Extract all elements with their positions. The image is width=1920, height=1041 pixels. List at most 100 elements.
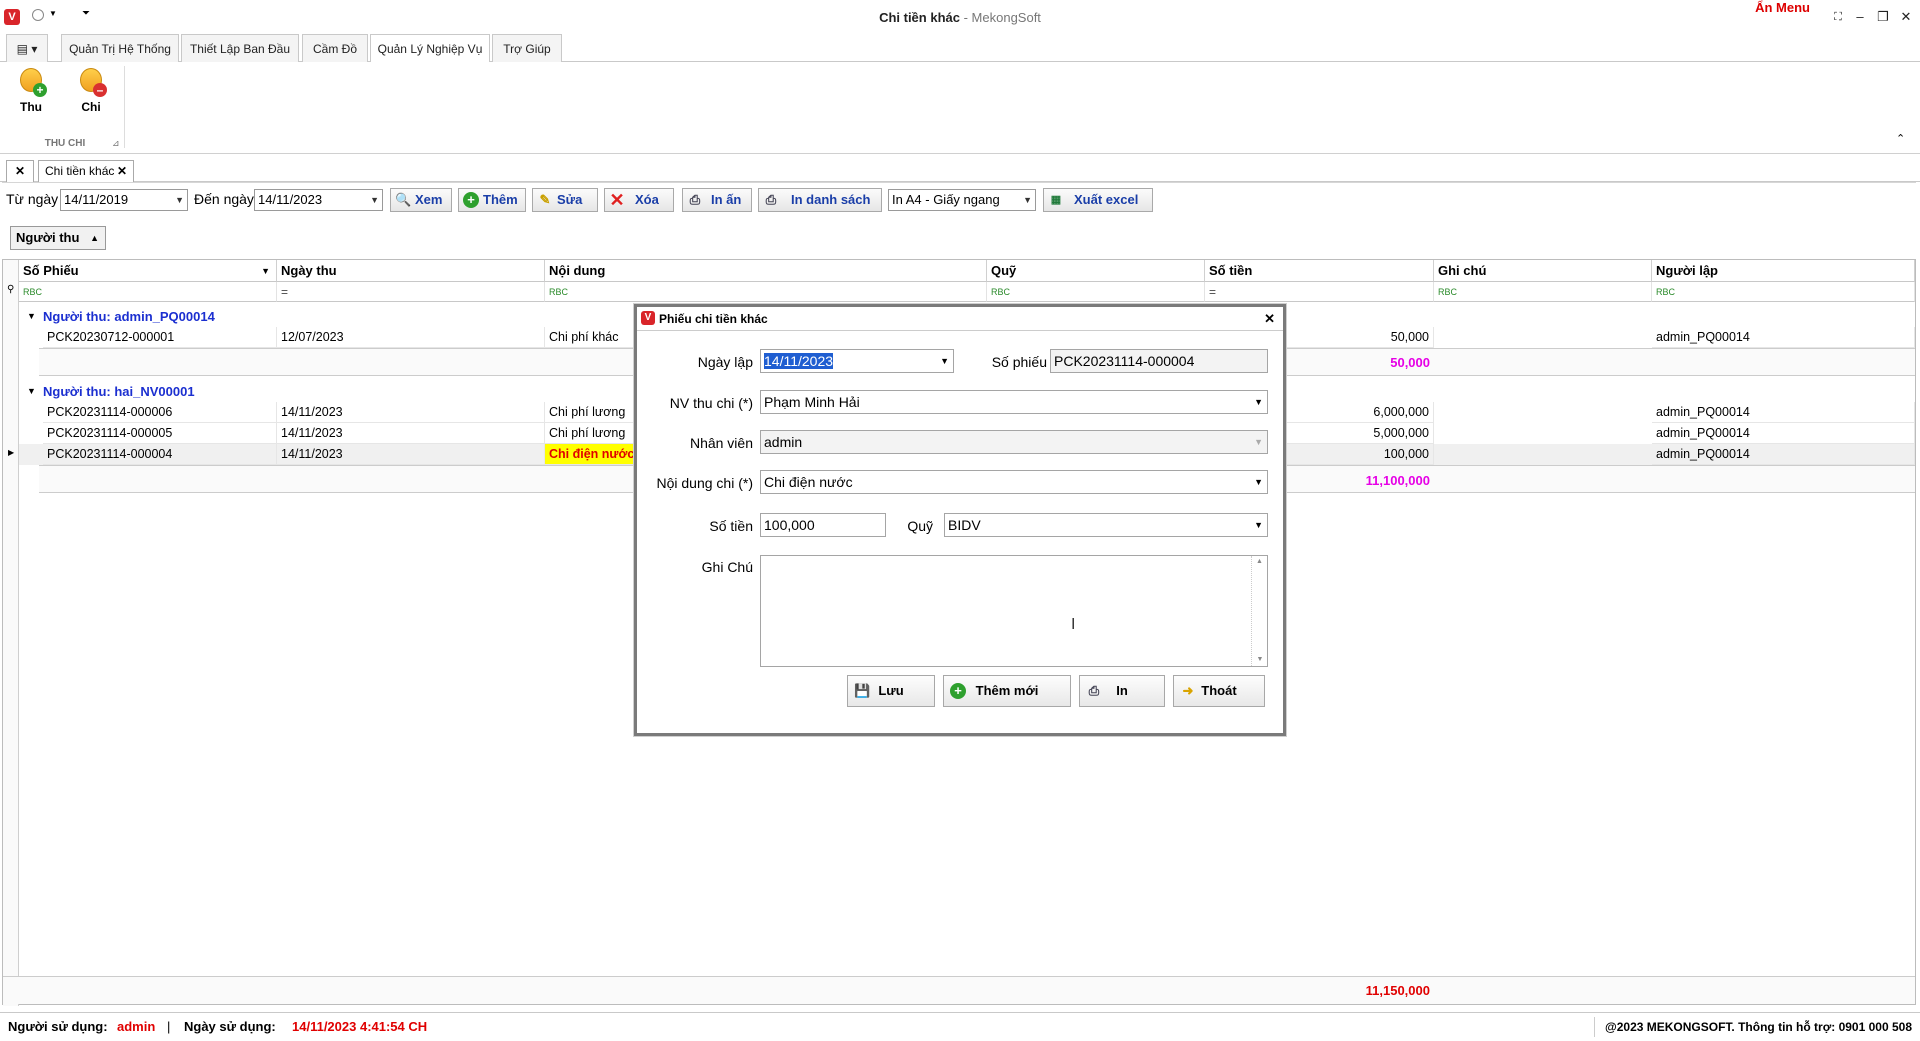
chevron-down-icon: ▼ (1023, 195, 1032, 205)
tab-cam-do[interactable]: Cầm Đồ (302, 34, 368, 62)
ngay-lap-input[interactable]: 14/11/2023 ▼ (760, 349, 954, 373)
luu-button[interactable]: 💾 Lưu (847, 675, 935, 707)
group-expand-icon[interactable]: ⊿ (112, 138, 120, 149)
col-so-phieu[interactable]: Số Phiếu ▼ (19, 260, 277, 282)
group-header[interactable]: Người thu: hai_NV00001 (43, 382, 195, 402)
status-bar: Người sử dụng: admin | Ngày sử dụng: 14/… (0, 1012, 1920, 1040)
in-an-button[interactable]: ⎙ In ấn (682, 188, 752, 212)
nv-thu-chi-label: NV thu chi (*) (669, 395, 753, 411)
chevron-down-icon: ▼ (1254, 477, 1263, 487)
delete-icon: ✕ (609, 190, 625, 210)
filter-quy[interactable]: RBC (987, 282, 1205, 302)
scroll-down-icon[interactable]: ▼ (1252, 654, 1268, 666)
filter-noi-dung[interactable]: RBC (545, 282, 987, 302)
in-button[interactable]: ⎙ In (1079, 675, 1165, 707)
col-so-tien[interactable]: Số tiền (1205, 260, 1434, 282)
ribbon-menu-button[interactable]: ▤ ▾ (6, 34, 48, 62)
save-icon: 💾 (854, 683, 871, 698)
from-date-input[interactable]: 14/11/2019 ▼ (60, 189, 188, 211)
nhan-vien-select[interactable]: admin ▼ (760, 430, 1268, 454)
col-nguoi-lap[interactable]: Người lập (1652, 260, 1915, 282)
coin-remove-icon: – (78, 66, 107, 97)
xem-button[interactable]: 🔍 Xem (390, 188, 452, 212)
window-title: Chi tiền khác - MekongSoft (879, 10, 1041, 25)
xuat-excel-button[interactable]: ▦ Xuất excel (1043, 188, 1153, 212)
chevron-down-icon: ▼ (370, 195, 379, 205)
sua-button[interactable]: ✎ Sửa (532, 188, 598, 212)
ribbon: + Thu – Chi THU CHI ⊿ ⌃ (0, 62, 1920, 154)
close-button[interactable]: ✕ (1896, 8, 1916, 26)
minimize-button[interactable]: – (1850, 8, 1870, 26)
filter-nguoi-lap[interactable]: RBC (1652, 282, 1915, 302)
print-format-value: In A4 - Giấy ngang (892, 192, 1000, 207)
cell-ngay: 12/07/2023 (277, 327, 545, 348)
date-label: Ngày sử dụng: (184, 1019, 276, 1034)
fullscreen-icon[interactable]: ⛶ (1828, 8, 1848, 26)
tab-chi-tien-khac[interactable]: Chi tiền khác ✕ (38, 160, 134, 182)
user-value: admin (117, 1019, 156, 1034)
cell-nguoi-lap: admin_PQ00014 (1652, 423, 1915, 444)
cell-noi-dung-focused[interactable]: Chi điện nước (545, 444, 637, 465)
add-icon: + (463, 192, 479, 208)
title-bar: V ▼ ⏷ Chi tiền khác - MekongSoft Ẩn Menu… (0, 0, 1920, 34)
thoat-button[interactable]: ➜ Thoát (1173, 675, 1265, 707)
filter-so-tien[interactable]: = (1205, 282, 1434, 302)
in-danh-sach-button[interactable]: ⎙ In danh sách (758, 188, 882, 212)
tab-tro-giup[interactable]: Trợ Giúp (492, 34, 562, 62)
group-header[interactable]: Người thu: admin_PQ00014 (43, 307, 215, 327)
chevron-down-icon: ▼ (940, 356, 949, 366)
ribbon-divider (124, 66, 125, 148)
filter-ngay-thu[interactable]: = (277, 282, 545, 302)
them-button[interactable]: + Thêm (458, 188, 526, 212)
tab-thiet-lap[interactable]: Thiết Lập Ban Đầu (181, 34, 299, 62)
noi-dung-chi-label: Nội dung chi (*) (656, 475, 754, 491)
sort-asc-icon: ▲ (90, 233, 99, 243)
cell-nguoi-lap: admin_PQ00014 (1652, 444, 1915, 465)
to-date-input[interactable]: 14/11/2023 ▼ (254, 189, 383, 211)
noi-dung-chi-select[interactable]: Chi điện nước ▼ (760, 470, 1268, 494)
chevron-down-icon: ▼ (175, 195, 184, 205)
filter-ghi-chu[interactable]: RBC (1434, 282, 1652, 302)
group-by-chip[interactable]: Người thu ▲ (10, 226, 106, 250)
an-menu-link[interactable]: Ẩn Menu (1755, 0, 1810, 15)
so-tien-input[interactable]: 100,000 (760, 513, 886, 537)
to-date-value: 14/11/2023 (258, 192, 323, 207)
to-date-label: Đến ngày (194, 191, 254, 207)
col-noi-dung[interactable]: Nội dung (545, 260, 987, 282)
close-all-tabs-icon[interactable]: ✕ (6, 160, 34, 182)
tab-quan-ly-nghiep-vu[interactable]: Quản Lý Nghiệp Vụ (370, 34, 490, 63)
so-phieu-field[interactable]: PCK20231114-000004 (1050, 349, 1268, 373)
quy-select[interactable]: BIDV ▼ (944, 513, 1268, 537)
col-quy[interactable]: Quỹ (987, 260, 1205, 282)
thu-button[interactable]: + Thu (8, 66, 54, 114)
tab-quan-tri[interactable]: Quản Trị Hệ Thống (61, 34, 179, 62)
filter-so-phieu[interactable]: RBC (19, 282, 277, 302)
collapse-ribbon-icon[interactable]: ⌃ (1896, 132, 1905, 145)
quy-label: Quỹ (907, 518, 933, 534)
restore-button[interactable]: ❐ (1873, 8, 1893, 26)
ribbon-tabs: ▤ ▾ Quản Trị Hệ Thống Thiết Lập Ban Đầu … (0, 34, 1920, 63)
close-tab-icon[interactable]: ✕ (117, 161, 127, 181)
ghi-chu-textarea[interactable]: ▲ ▼ I (760, 555, 1268, 667)
col-ghi-chu[interactable]: Ghi chú (1434, 260, 1652, 282)
scrollbar[interactable]: ▲ ▼ (1251, 556, 1267, 666)
scroll-up-icon[interactable]: ▲ (1252, 556, 1267, 568)
edit-icon: ✎ (539, 192, 551, 207)
nv-thu-chi-select[interactable]: Phạm Minh Hải ▼ (760, 390, 1268, 414)
them-moi-button[interactable]: + Thêm mới (943, 675, 1071, 707)
dialog-close-icon[interactable]: ✕ (1264, 307, 1275, 331)
exit-icon: ➜ (1182, 683, 1194, 698)
col-ngay-thu[interactable]: Ngày thu (277, 260, 545, 282)
user-label: Người sử dụng: (8, 1019, 108, 1034)
collapse-group-icon[interactable]: ▼ (27, 386, 36, 396)
xoa-button[interactable]: ✕ Xóa (604, 188, 674, 212)
from-date-value: 14/11/2019 (64, 192, 129, 207)
filter-dropdown-icon[interactable]: ▼ (261, 260, 270, 282)
grand-total: 11,150,000 (1365, 983, 1430, 998)
chi-button[interactable]: – Chi (68, 66, 114, 114)
print-format-select[interactable]: In A4 - Giấy ngang ▼ (888, 189, 1036, 211)
text-cursor-icon: I (1071, 616, 1076, 633)
group-by-label: Người thu (16, 230, 80, 245)
collapse-group-icon[interactable]: ▼ (27, 311, 36, 321)
status-divider (1594, 1017, 1595, 1037)
